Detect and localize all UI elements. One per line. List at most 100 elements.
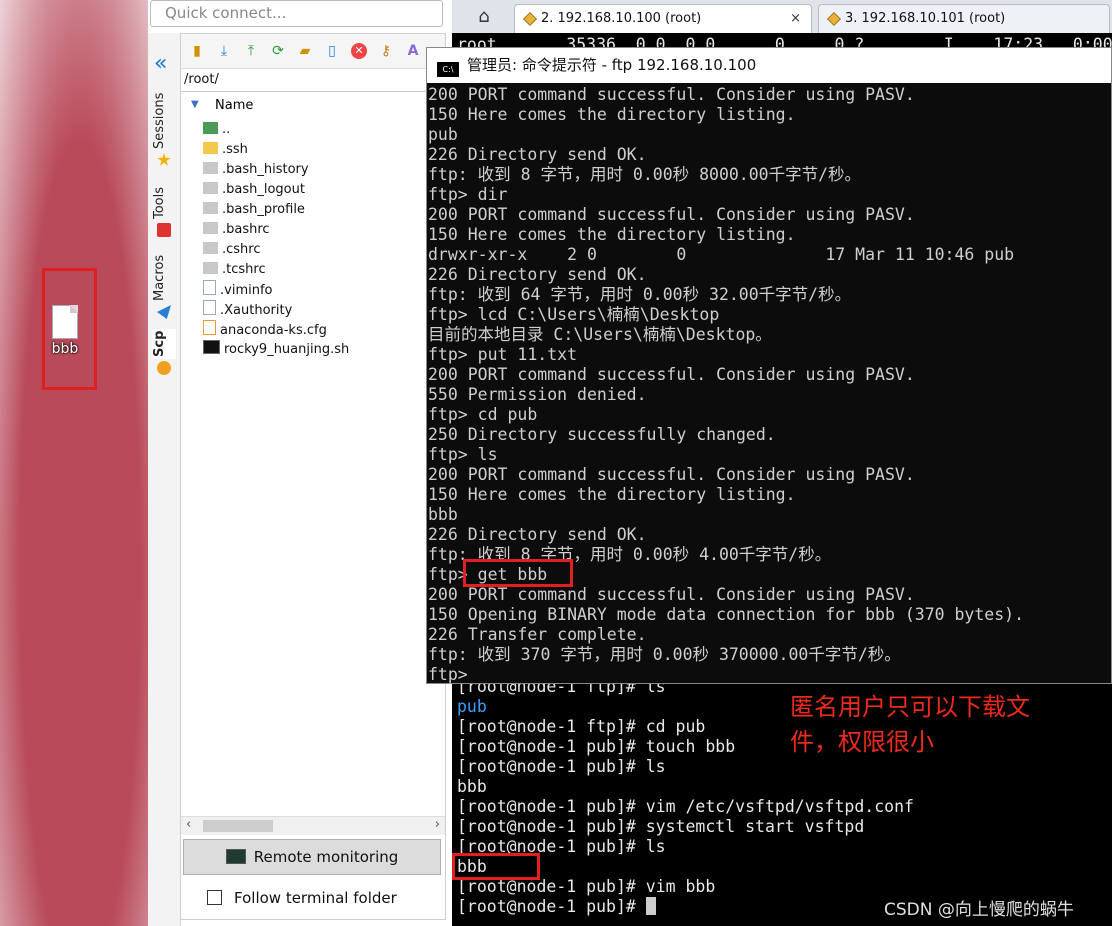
tab-sessions[interactable]: Sessions xyxy=(152,93,176,149)
home-icon[interactable]: ⌂ xyxy=(472,6,496,30)
follow-checkbox[interactable] xyxy=(207,890,222,905)
refresh-icon[interactable]: ⟳ xyxy=(270,43,286,59)
file-name: .bash_history xyxy=(222,162,309,177)
terminal-line: [root@node-1 pub]# vim bbb xyxy=(457,877,716,896)
file-name: .cshrc xyxy=(222,242,261,257)
highlight-desktop-bbb xyxy=(42,268,97,390)
follow-label: Follow terminal folder xyxy=(234,889,397,907)
close-icon[interactable]: × xyxy=(790,5,801,32)
cmd-line: 200 PORT command successful. Consider us… xyxy=(428,585,915,604)
cmd-line: 150 Here comes the directory listing. xyxy=(428,225,796,244)
tab-label: 3. 192.168.10.101 (root) xyxy=(845,11,1006,26)
file-row[interactable]: .ssh xyxy=(203,140,248,160)
cmd-line: ftp> xyxy=(428,665,478,684)
column-name-label: Name xyxy=(215,98,254,113)
file-row[interactable]: .bash_profile xyxy=(203,200,305,220)
cmd-line: 226 Transfer complete. xyxy=(428,625,647,644)
config-file-icon xyxy=(203,320,216,335)
cmd-titlebar[interactable]: C:\ 管理员: 命令提示符 - ftp 192.168.10.100 xyxy=(427,48,1111,83)
file-icon xyxy=(203,162,218,174)
file-row[interactable]: anaconda-ks.cfg xyxy=(203,320,327,340)
script-file-icon xyxy=(203,340,220,354)
terminal-line: [root@node-1 pub]# ls xyxy=(457,757,666,776)
terminal-line: [root@node-1 pub]# systemctl start vsftp… xyxy=(457,817,865,836)
remote-monitoring-label: Remote monitoring xyxy=(253,848,399,866)
download-icon[interactable]: ⤓ xyxy=(216,43,232,59)
upload-icon[interactable]: ⤒ xyxy=(243,43,259,59)
cmd-line: 150 Here comes the directory listing. xyxy=(428,105,796,124)
terminal-line: [root@node-1 ftp]# cd pub xyxy=(457,717,706,736)
file-row[interactable]: rocky9_huanjing.sh xyxy=(203,340,349,360)
highlight-terminal-bbb xyxy=(452,853,540,880)
terminal-prompt: [root@node-1 pub]# xyxy=(457,897,656,917)
path-field[interactable]: /root/ xyxy=(181,68,445,92)
cmd-line: 200 PORT command successful. Consider us… xyxy=(428,85,915,104)
quick-connect-input[interactable]: Quick connect... xyxy=(150,0,443,27)
column-header[interactable]: ▼ Name xyxy=(181,96,445,116)
file-row[interactable]: .tcshrc xyxy=(203,260,266,280)
tab-label: 2. 192.168.10.100 (root) xyxy=(541,11,702,26)
tab-session-2[interactable]: 2. 192.168.10.100 (root) × xyxy=(514,4,812,33)
rename-icon[interactable]: A xyxy=(405,43,421,59)
cmd-line: 550 Permission denied. xyxy=(428,385,647,404)
document-icon xyxy=(203,280,216,295)
cmd-line: ftp> dir xyxy=(428,185,508,204)
file-name: .Xauthority xyxy=(220,303,293,318)
terminal-line: pub xyxy=(457,697,487,716)
file-icon xyxy=(203,242,218,254)
cmd-line: ftp: 收到 370 字节，用时 0.00秒 370000.00千字节/秒。 xyxy=(428,645,901,664)
cmd-line: drwxr-xr-x 2 0 0 17 Mar 11 10:46 pub xyxy=(428,245,1015,264)
folder-up-icon[interactable]: ▮ xyxy=(189,43,205,59)
tab-tools[interactable]: Tools xyxy=(152,183,176,223)
horizontal-scrollbar[interactable]: ‹ › xyxy=(181,816,445,835)
delete-icon[interactable]: ✕ xyxy=(351,43,367,59)
file-name: .ssh xyxy=(222,142,248,157)
file-row[interactable]: .. xyxy=(203,120,230,140)
settings-key-icon[interactable]: ⚷ xyxy=(378,43,394,59)
cmd-line: ftp> cd pub xyxy=(428,405,538,424)
file-row[interactable]: .bashrc xyxy=(203,220,270,240)
scroll-right-icon[interactable]: › xyxy=(435,817,440,832)
parent-folder-icon xyxy=(203,122,218,134)
scroll-thumb[interactable] xyxy=(203,820,273,832)
cmd-line: pub xyxy=(428,125,458,144)
new-file-icon[interactable]: ▯ xyxy=(324,43,340,59)
file-row[interactable]: .Xauthority xyxy=(203,300,292,320)
tab-scp[interactable]: Scp xyxy=(152,329,176,359)
file-row[interactable]: .cshrc xyxy=(203,240,261,260)
cmd-title: 管理员: 命令提示符 - ftp 192.168.10.100 xyxy=(467,56,757,74)
monitor-icon xyxy=(225,849,246,864)
cmd-line: bbb xyxy=(428,505,458,524)
document-icon xyxy=(203,300,216,315)
cmd-line: 200 PORT command successful. Consider us… xyxy=(428,365,915,384)
cmd-line: ftp> ls xyxy=(428,445,498,464)
tab-macros[interactable]: Macros xyxy=(152,253,176,303)
file-name: .. xyxy=(222,122,231,137)
cmd-line: ftp: 收到 64 字节，用时 0.00秒 32.00千字节/秒。 xyxy=(428,285,852,304)
session-tab-bar: ⌂ 2. 192.168.10.100 (root) × 3. 192.168.… xyxy=(452,0,1112,33)
terminal-line: bbb xyxy=(457,777,487,796)
cmd-line: ftp> put 11.txt xyxy=(428,345,578,364)
new-folder-icon[interactable]: ▰ xyxy=(297,43,313,59)
file-icon xyxy=(203,262,218,274)
highlight-get-bbb xyxy=(463,559,573,587)
cmd-window[interactable]: C:\ 管理员: 命令提示符 - ftp 192.168.10.100 200 P… xyxy=(426,47,1112,684)
file-toolbar: ▮ ⤓ ⤒ ⟳ ▰ ▯ ✕ ⚷ A ▾ xyxy=(181,34,445,69)
session-icon xyxy=(827,12,841,26)
remote-monitoring-button[interactable]: Remote monitoring xyxy=(183,839,441,875)
file-row[interactable]: .bash_logout xyxy=(203,180,305,200)
file-name: .viminfo xyxy=(220,283,273,298)
annotation-line: 件，权限很小 xyxy=(790,728,934,756)
text-cursor xyxy=(645,897,656,915)
scroll-left-icon[interactable]: ‹ xyxy=(186,817,191,832)
file-row[interactable]: .viminfo xyxy=(203,280,272,300)
tab-session-3[interactable]: 3. 192.168.10.101 (root) xyxy=(818,4,1110,33)
terminal-line: [root@node-1 pub]# vim /etc/vsftpd/vsftp… xyxy=(457,797,914,816)
annotation-text: 匿名用户只可以下载文 件，权限很小 xyxy=(790,690,1030,760)
follow-terminal-folder[interactable]: Follow terminal folder xyxy=(207,889,397,907)
cmd-line: 目前的本地目录 C:\Users\楠楠\Desktop。 xyxy=(428,325,772,344)
cmd-line: 150 Here comes the directory listing. xyxy=(428,485,796,504)
terminal-line: [root@node-1 pub]# touch bbb xyxy=(457,737,736,756)
file-row[interactable]: .bash_history xyxy=(203,160,309,180)
collapse-panel-icon[interactable]: « xyxy=(154,51,167,76)
